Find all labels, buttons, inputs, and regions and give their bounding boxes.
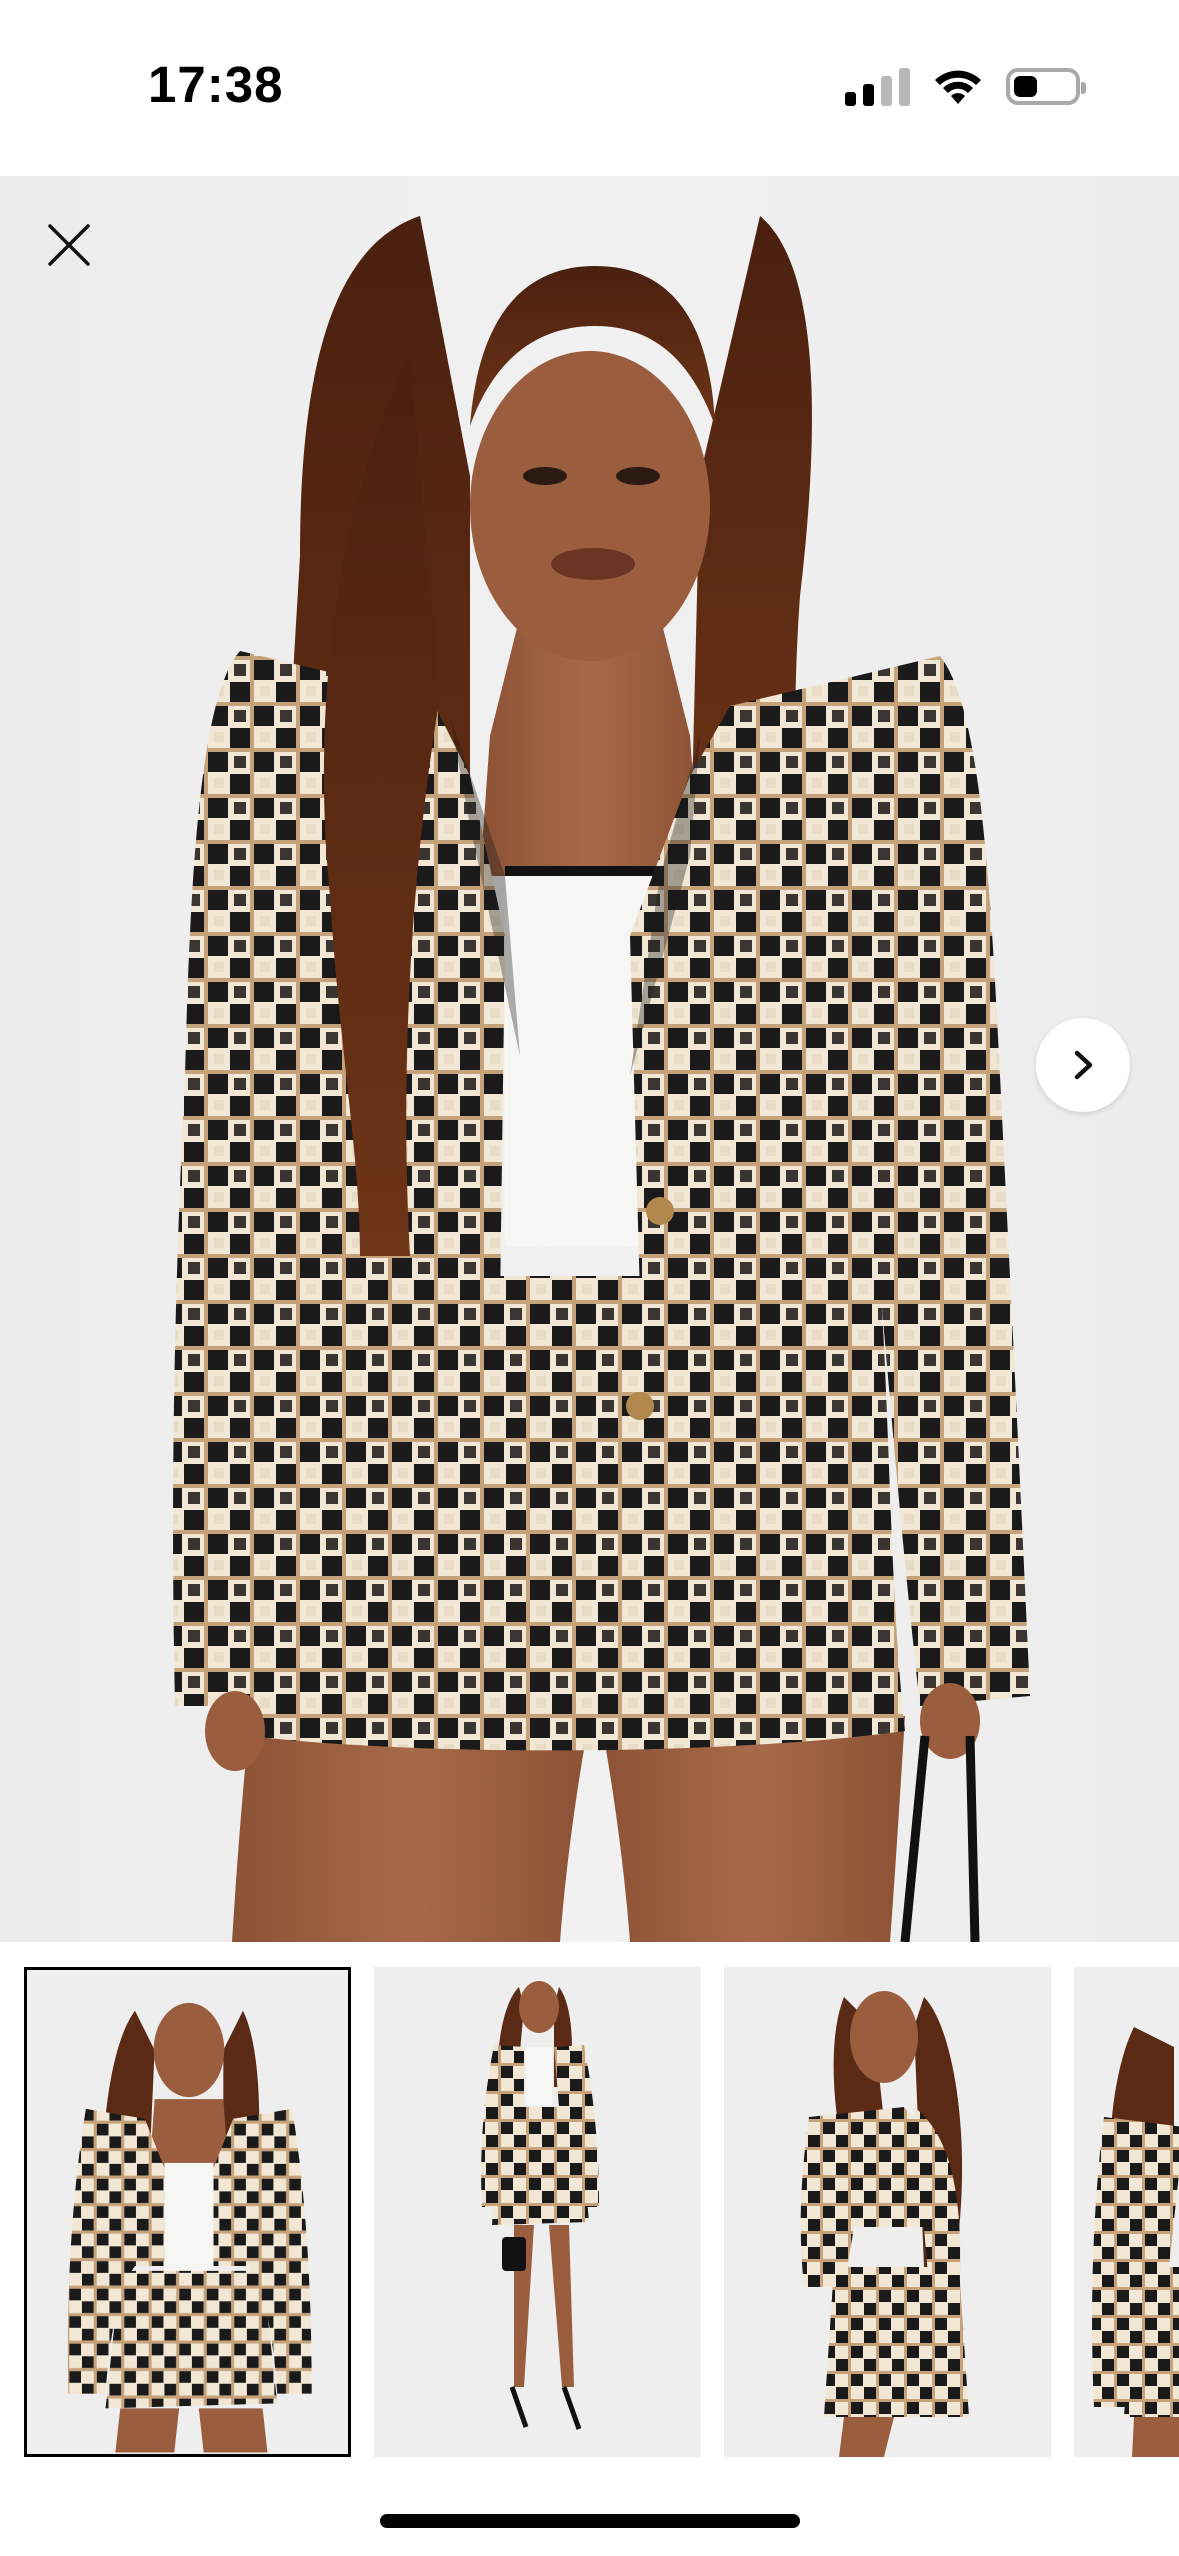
main-product-image[interactable] [0, 176, 1179, 1942]
thumbnail-image [27, 1971, 348, 2453]
model-photo [173, 216, 1030, 1942]
thumbnail-image [374, 1967, 701, 2457]
status-bar: 17:38 [0, 0, 1179, 176]
close-button[interactable] [36, 212, 102, 278]
close-icon [48, 224, 90, 266]
thumbnail-image [1074, 1967, 1179, 2457]
product-image-viewer: 17:38 [0, 0, 1179, 2556]
home-indicator[interactable] [380, 2514, 800, 2528]
status-time: 17:38 [148, 56, 284, 113]
next-image-button[interactable] [1036, 1018, 1130, 1112]
thumbnail-image [724, 1967, 1051, 2457]
cellular-signal-icon [845, 66, 910, 106]
thumbnail-strip[interactable] [0, 1942, 1179, 2482]
thumbnail-back-view[interactable] [1074, 1967, 1179, 2457]
wifi-icon [935, 70, 981, 104]
thumbnail-side-view[interactable] [724, 1967, 1051, 2457]
status-icons [845, 66, 1086, 106]
thumbnail-front-view[interactable] [24, 1967, 351, 2457]
chevron-right-icon [1074, 1050, 1093, 1080]
battery-icon [1006, 67, 1086, 105]
thumbnail-full-length-view[interactable] [374, 1967, 701, 2457]
